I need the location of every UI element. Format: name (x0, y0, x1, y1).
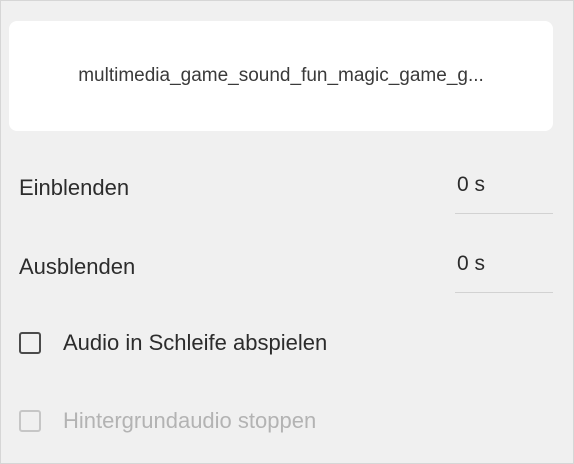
fade-in-label: Einblenden (19, 175, 130, 200)
stop-background-audio-checkbox (19, 410, 41, 432)
loop-audio-label: Audio in Schleife abspielen (63, 330, 328, 355)
stop-background-audio-label: Hintergrundaudio stoppen (63, 408, 317, 433)
stop-background-audio-option: Hintergrundaudio stoppen (19, 406, 316, 436)
audio-file-name: multimedia_game_sound_fun_magic_game_g..… (78, 65, 484, 86)
fade-out-input[interactable]: 0 s (455, 248, 553, 293)
fade-in-input[interactable]: 0 s (455, 169, 553, 214)
loop-audio-checkbox[interactable] (19, 332, 41, 354)
audio-properties-panel: multimedia_game_sound_fun_magic_game_g..… (0, 0, 574, 464)
fade-out-value: 0 s (457, 252, 486, 275)
fade-in-row: Einblenden 0 s (19, 169, 553, 229)
fade-out-row: Ausblenden 0 s (19, 248, 553, 308)
audio-file-card: multimedia_game_sound_fun_magic_game_g..… (9, 21, 553, 131)
fade-in-value: 0 s (457, 173, 486, 196)
loop-audio-option[interactable]: Audio in Schleife abspielen (19, 328, 327, 358)
fade-out-label: Ausblenden (19, 254, 136, 279)
